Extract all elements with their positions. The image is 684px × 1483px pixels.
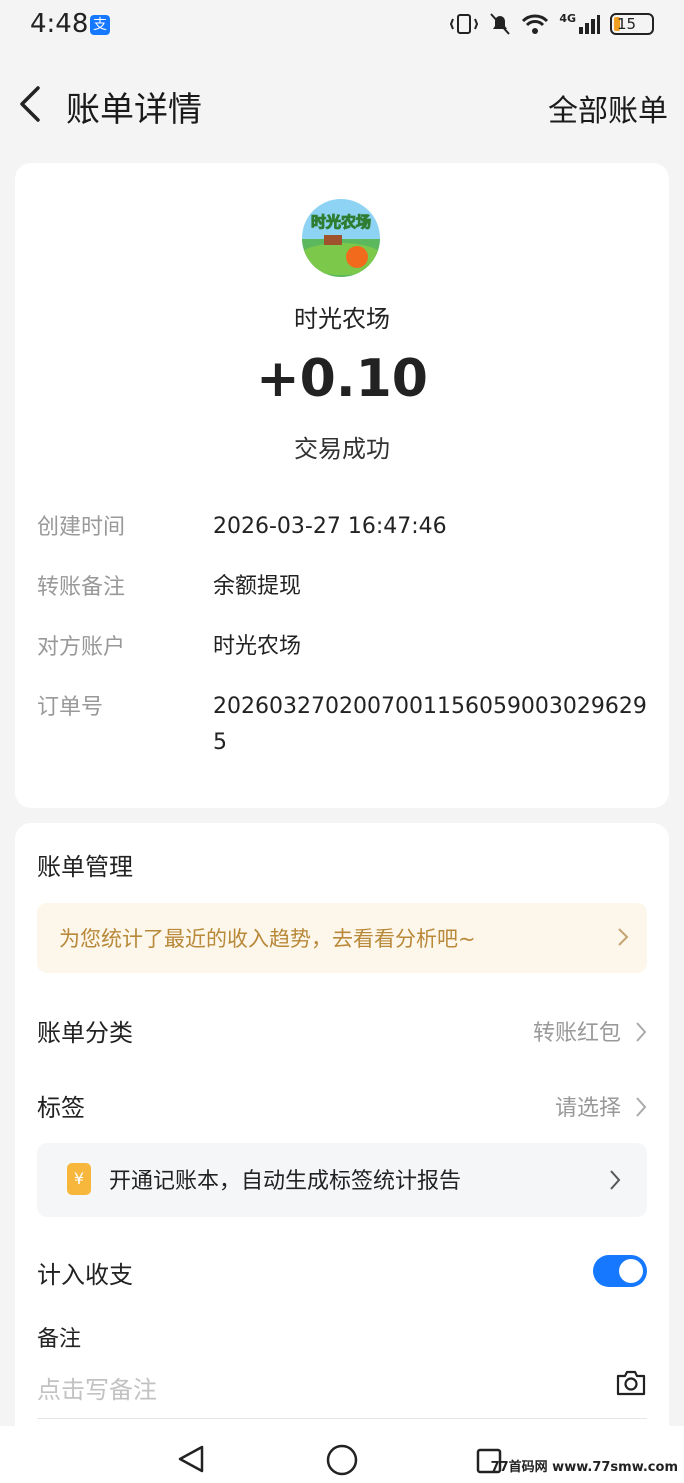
transaction-amount: +0.10 (256, 349, 428, 409)
status-time: 4:48 (30, 9, 89, 39)
merchant-logo-text: 时光农场 (311, 213, 371, 231)
income-trend-banner[interactable]: 为您统计了最近的收入趋势，去看看分析吧~ (37, 903, 647, 973)
chevron-right-icon (636, 1022, 647, 1042)
detail-value[interactable]: 20260327020070011560590030296295 (213, 689, 653, 761)
network-type: 4G (559, 12, 576, 25)
row-label: 账单分类 (37, 1019, 133, 1047)
section-title: 账单管理 (37, 853, 133, 881)
note-label: 备注 (37, 1327, 82, 1352)
all-bills-link[interactable]: 全部账单 (548, 86, 668, 130)
mute-bell-icon (490, 13, 511, 35)
transaction-card: 时光农场 时光农场 +0.10 交易成功 创建时间 2026-03-27 16:… (15, 163, 669, 808)
ledger-text: 开通记账本，自动生成标签统计报告 (109, 1169, 462, 1194)
ledger-icon: ¥ (67, 1163, 91, 1195)
camera-icon[interactable] (615, 1369, 647, 1397)
divider (37, 1418, 647, 1419)
detail-value: 2026-03-27 16:47:46 (213, 514, 447, 539)
include-in-balance-toggle[interactable] (593, 1255, 647, 1287)
watermark: 77首码网 www.77smw.com (490, 1460, 678, 1475)
row-label: 计入收支 (37, 1261, 133, 1289)
alipay-notification-icon: 支 (90, 15, 110, 35)
signal-icon (579, 15, 600, 34)
row-label: 标签 (37, 1094, 85, 1122)
open-ledger-banner[interactable]: ¥ 开通记账本，自动生成标签统计报告 (37, 1143, 647, 1217)
system-back-icon[interactable] (176, 1444, 206, 1474)
detail-label: 创建时间 (37, 515, 126, 540)
detail-label: 订单号 (37, 695, 104, 720)
status-bar: 4:48 支 4G 15 (0, 0, 684, 52)
include-in-balance-row: 计入收支 (37, 1255, 647, 1295)
system-nav-bar: 77首码网 www.77smw.com (0, 1426, 684, 1483)
row-value: 请选择 (554, 1096, 621, 1121)
detail-value: 余额提现 (213, 574, 302, 599)
chevron-right-icon (636, 1097, 647, 1117)
note-input[interactable]: 点击写备注 (37, 1370, 157, 1405)
page-title: 账单详情 (66, 90, 202, 130)
wifi-icon (522, 14, 549, 34)
battery-level: 15 (617, 15, 637, 33)
chevron-right-icon (610, 1170, 621, 1190)
chevron-right-icon (618, 928, 629, 946)
bill-management-card: 账单管理 为您统计了最近的收入趋势，去看看分析吧~ 账单分类 转账红包 标签 请… (15, 823, 669, 1463)
transaction-status: 交易成功 (294, 435, 390, 463)
back-icon[interactable] (16, 84, 46, 124)
nav-bar: 账单详情 全部账单 (0, 66, 684, 142)
bill-category-row[interactable]: 账单分类 转账红包 (37, 1013, 647, 1053)
vibrate-icon (450, 14, 479, 34)
status-icons: 4G 15 (449, 12, 654, 36)
merchant-name: 时光农场 (294, 305, 390, 333)
detail-label: 转账备注 (37, 575, 126, 600)
row-value: 转账红包 (532, 1021, 621, 1046)
detail-label: 对方账户 (37, 635, 126, 660)
banner-text: 为您统计了最近的收入趋势，去看看分析吧~ (59, 927, 476, 951)
detail-value: 时光农场 (213, 634, 302, 659)
merchant-logo: 时光农场 (302, 199, 380, 277)
system-home-icon[interactable] (326, 1444, 358, 1476)
tag-row[interactable]: 标签 请选择 (37, 1088, 647, 1128)
battery-icon: 15 (610, 13, 654, 35)
